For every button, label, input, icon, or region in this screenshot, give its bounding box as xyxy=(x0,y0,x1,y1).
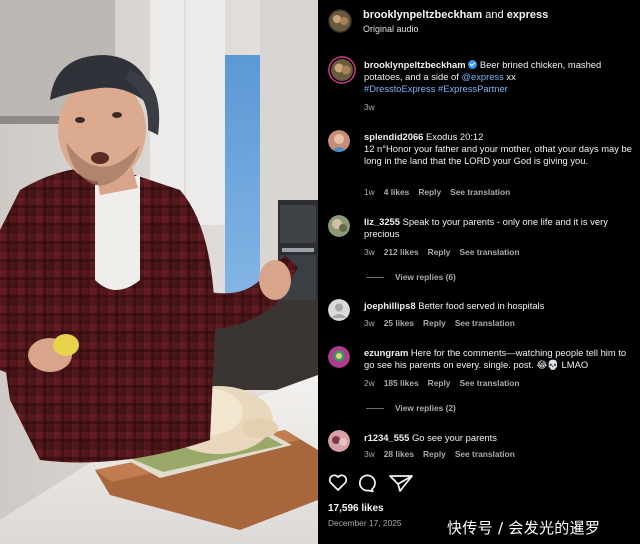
header-username[interactable]: brooklynpeltzbeckham xyxy=(363,9,482,21)
see-translation-button[interactable]: See translation xyxy=(459,378,519,388)
post-actions xyxy=(328,472,418,494)
comment-body: Speak to your parents - only one life an… xyxy=(364,216,608,239)
comment-time: 1w xyxy=(364,187,375,197)
comment-time: 2w xyxy=(364,378,375,388)
replies-line xyxy=(366,277,384,279)
comment-likes[interactable]: 185 likes xyxy=(384,378,419,388)
comment-username[interactable]: splendid2066 xyxy=(364,131,423,142)
caption-avatar[interactable] xyxy=(328,56,356,84)
comment-body-2: 12 n°Honor your father and your mother, … xyxy=(364,143,632,166)
audio-label[interactable]: Original audio xyxy=(363,24,419,35)
share-icon[interactable] xyxy=(389,475,413,492)
see-translation-button[interactable]: See translation xyxy=(455,318,515,328)
caption-username[interactable]: brooklynpeltzbeckham xyxy=(364,59,466,70)
comment-username[interactable]: ezungram xyxy=(364,347,408,358)
comment-avatar[interactable] xyxy=(328,130,350,152)
comment-time: 3w xyxy=(364,318,375,328)
comment-text: r1234_555 Go see your parents xyxy=(364,432,638,444)
comment-time: 3w xyxy=(364,247,375,257)
comment-text: splendid2066 Exodus 20:12 12 n°Honor you… xyxy=(364,131,638,167)
comment-likes[interactable]: 212 likes xyxy=(384,247,419,257)
comment-icon[interactable] xyxy=(358,474,376,493)
likes-count[interactable]: 17,596 likes xyxy=(328,503,384,514)
comment-avatar[interactable] xyxy=(328,430,350,452)
video-frame xyxy=(0,0,318,544)
comment-username[interactable]: liz_3255 xyxy=(364,216,400,227)
see-translation-button[interactable]: See translation xyxy=(455,449,515,459)
comment-time: 3w xyxy=(364,449,375,459)
video-player[interactable] xyxy=(0,0,318,544)
post-author-avatar[interactable] xyxy=(328,9,352,33)
post-panel: brooklynpeltzbeckham and express Origina… xyxy=(318,0,640,544)
caption-hashtags[interactable]: #DresstoExpress #ExpressPartner xyxy=(364,83,508,94)
comment-username[interactable]: r1234_555 xyxy=(364,432,409,443)
reply-button[interactable]: Reply xyxy=(428,378,451,388)
view-replies-button[interactable]: View replies (2) xyxy=(366,403,456,413)
reply-button[interactable]: Reply xyxy=(423,318,446,328)
view-replies-button[interactable]: View replies (6) xyxy=(366,272,456,282)
comment-text: liz_3255 Speak to your parents - only on… xyxy=(364,216,638,240)
comment-likes[interactable]: 25 likes xyxy=(384,318,414,328)
comment-text: joephillips8 Better food served in hospi… xyxy=(364,300,638,312)
caption: brooklynpeltzbeckham Beer brined chicken… xyxy=(364,59,638,95)
comment-meta: 2w 185 likes Reply See translation xyxy=(364,378,529,388)
heart-icon[interactable] xyxy=(328,474,348,491)
reply-button[interactable]: Reply xyxy=(418,187,441,197)
view-replies-label: View replies (2) xyxy=(395,403,456,413)
comment-meta: 3w 212 likes Reply See translation xyxy=(364,247,529,257)
replies-line xyxy=(366,408,384,410)
reply-button[interactable]: Reply xyxy=(428,247,451,257)
post-header: brooklynpeltzbeckham and express xyxy=(363,9,548,22)
comment-meta: 3w 25 likes Reply See translation xyxy=(364,318,524,328)
comment-avatar[interactable] xyxy=(328,299,350,321)
watermark: 快传号 / 会发光的暹罗 xyxy=(447,519,601,537)
comment-avatar[interactable] xyxy=(328,215,350,237)
caption-mention[interactable]: @express xyxy=(461,71,503,82)
comment-body: Go see your parents xyxy=(411,432,497,443)
see-translation-button[interactable]: See translation xyxy=(450,187,510,197)
verified-badge-icon xyxy=(468,60,478,69)
reply-button[interactable]: Reply xyxy=(423,449,446,459)
comment-body: Better food served in hospitals xyxy=(418,300,545,311)
caption-text-2: xx xyxy=(503,71,516,82)
comment-likes[interactable]: 4 likes xyxy=(384,187,410,197)
header-and: and xyxy=(485,9,504,21)
caption-time: 3w xyxy=(364,102,375,112)
comment-avatar[interactable] xyxy=(328,346,350,368)
header-collaborator[interactable]: express xyxy=(507,9,549,21)
comment-text: ezungram Here for the comments—watching … xyxy=(364,347,638,371)
comment-likes[interactable]: 28 likes xyxy=(384,449,414,459)
view-replies-label: View replies (6) xyxy=(395,272,456,282)
caption-meta: 3w xyxy=(364,102,384,112)
comment-username[interactable]: joephillips8 xyxy=(364,300,416,311)
comment-meta: 3w 28 likes Reply See translation xyxy=(364,449,524,459)
post-date: December 17, 2025 xyxy=(328,518,402,528)
comment-body: Exodus 20:12 xyxy=(426,131,484,142)
comment-meta: 1w 4 likes Reply See translation xyxy=(364,187,519,197)
see-translation-button[interactable]: See translation xyxy=(459,247,519,257)
